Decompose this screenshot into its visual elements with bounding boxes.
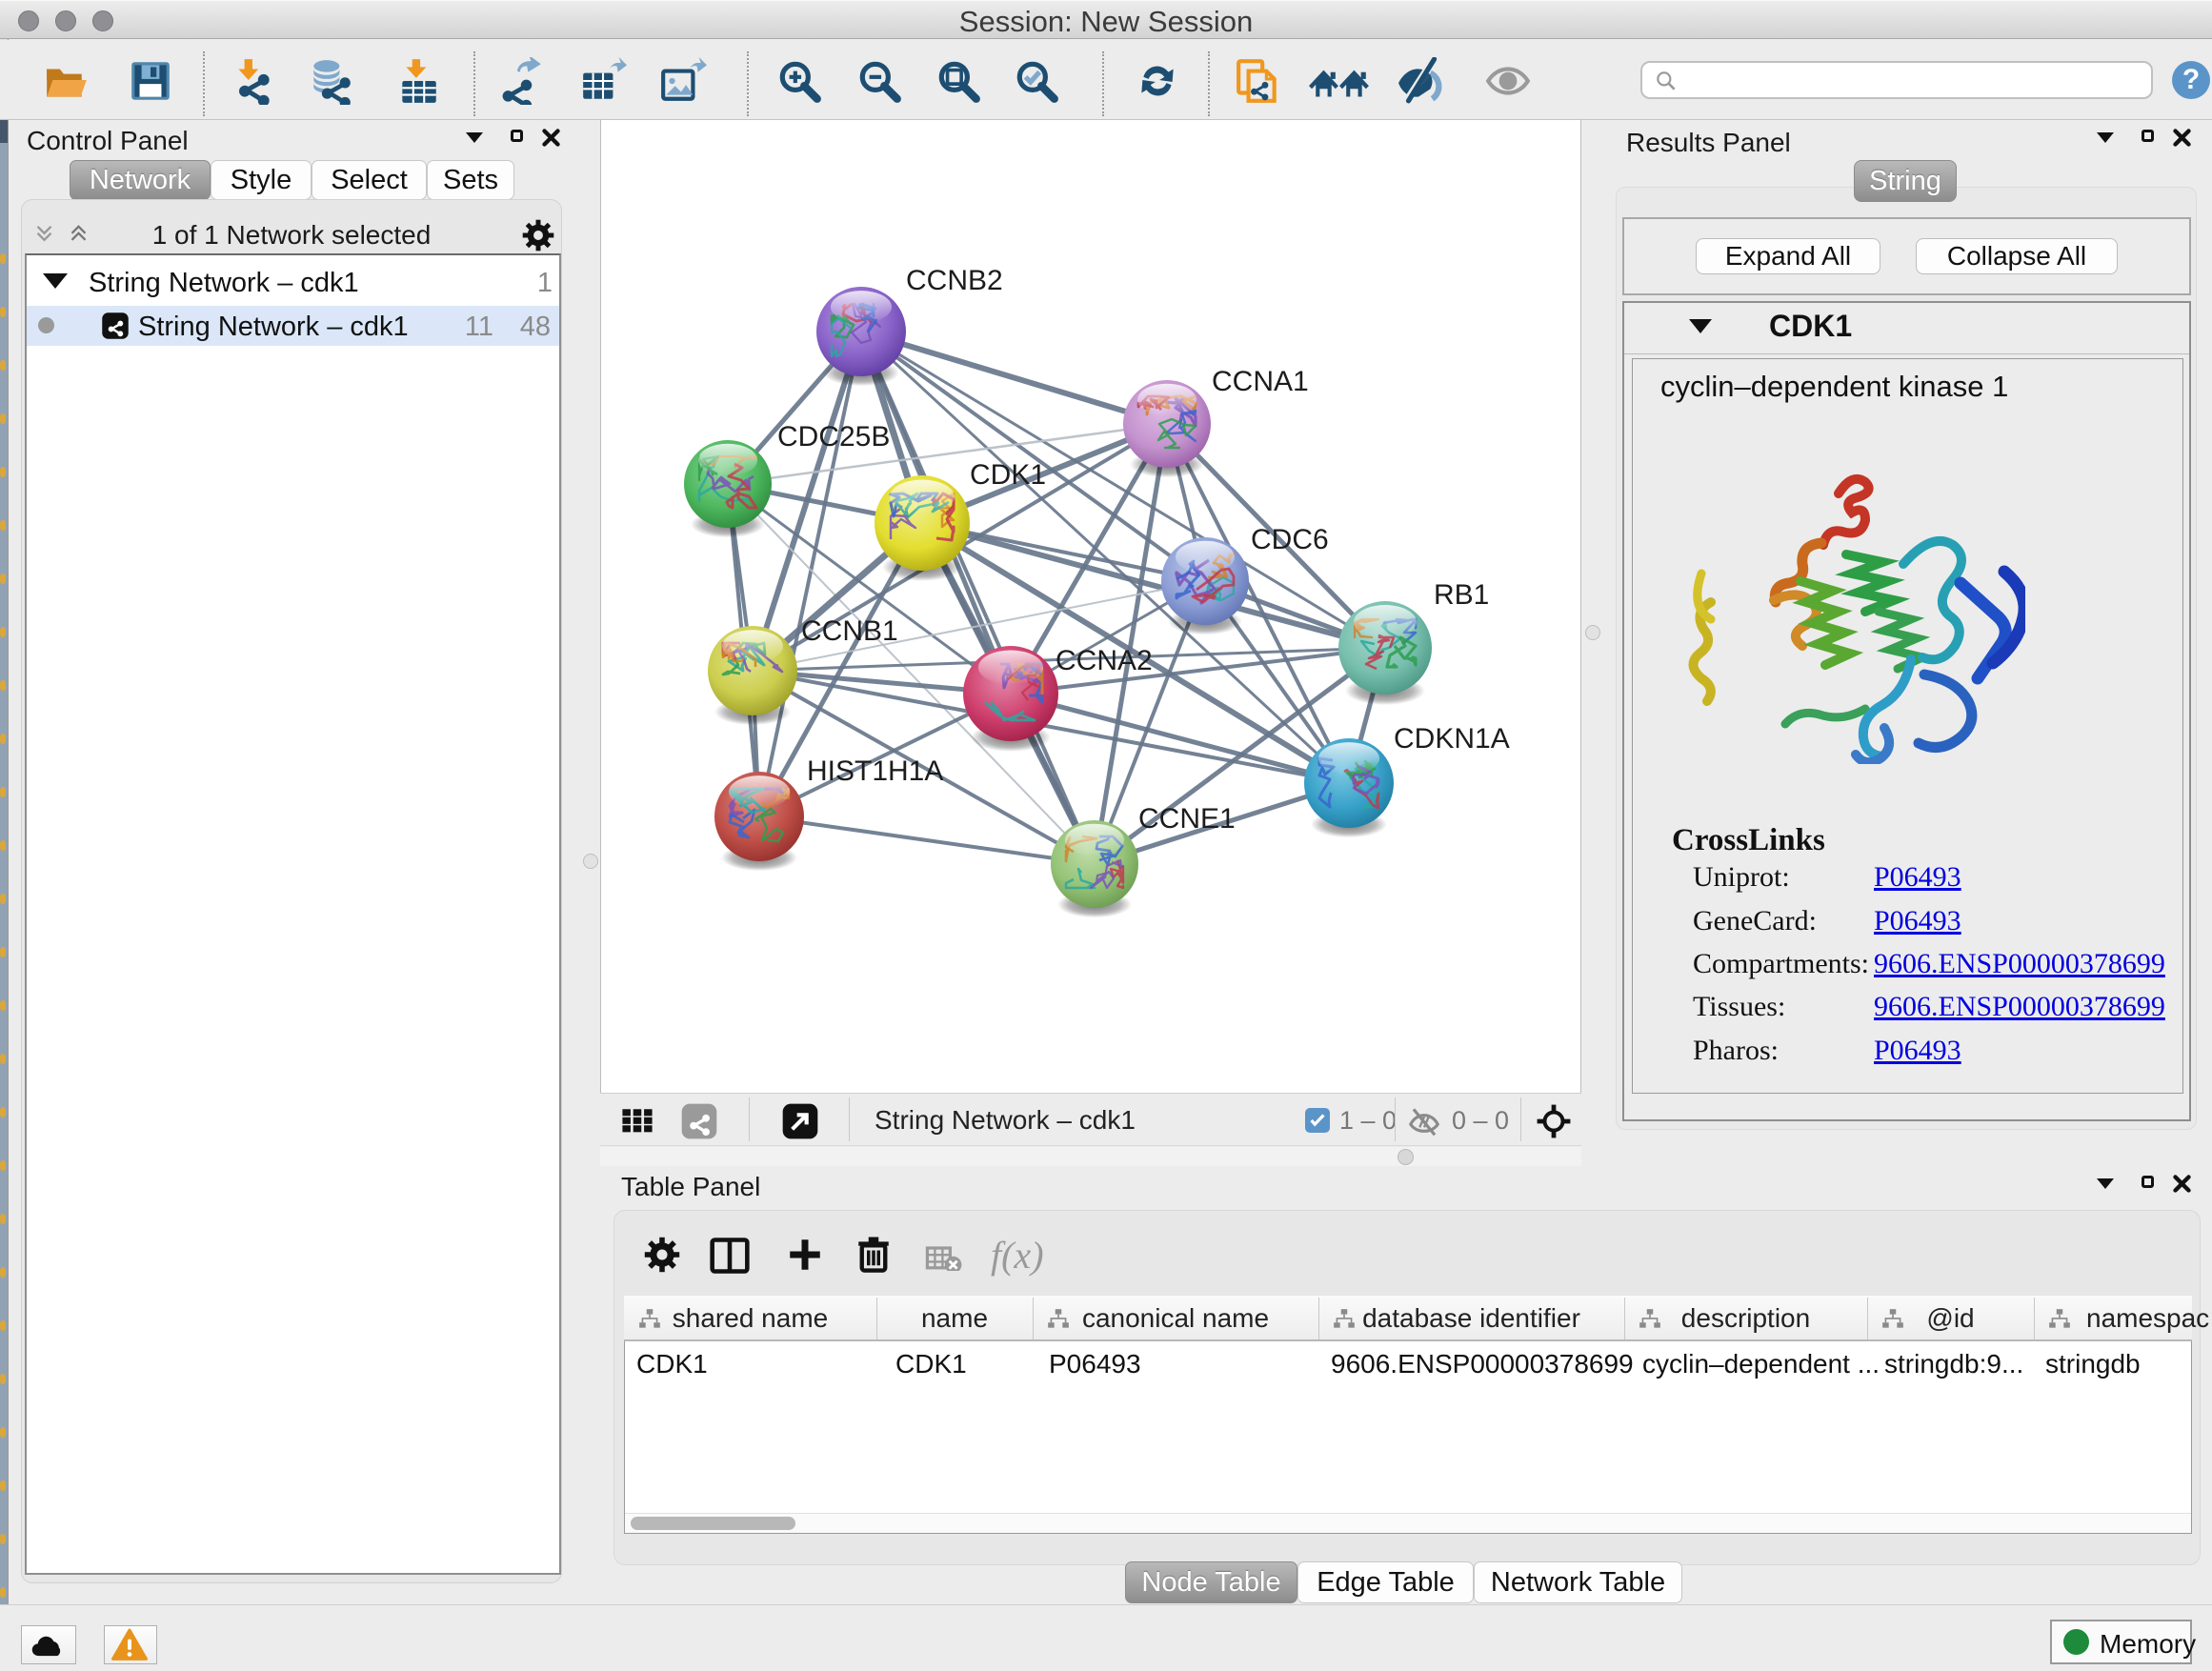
- svg-text:CCNB1: CCNB1: [801, 615, 898, 647]
- svg-text:CDC25B: CDC25B: [777, 421, 890, 453]
- svg-text:CCNA1: CCNA1: [1212, 366, 1309, 397]
- svg-text:CCNE1: CCNE1: [1138, 803, 1236, 835]
- svg-text:CDK1: CDK1: [970, 459, 1046, 491]
- svg-text:CCNB2: CCNB2: [906, 265, 1003, 296]
- svg-text:CDKN1A: CDKN1A: [1394, 723, 1510, 755]
- svg-text:CDC6: CDC6: [1251, 524, 1329, 555]
- svg-text:CCNA2: CCNA2: [1056, 645, 1153, 676]
- svg-text:HIST1H1A: HIST1H1A: [807, 755, 943, 787]
- svg-text:RB1: RB1: [1434, 579, 1489, 611]
